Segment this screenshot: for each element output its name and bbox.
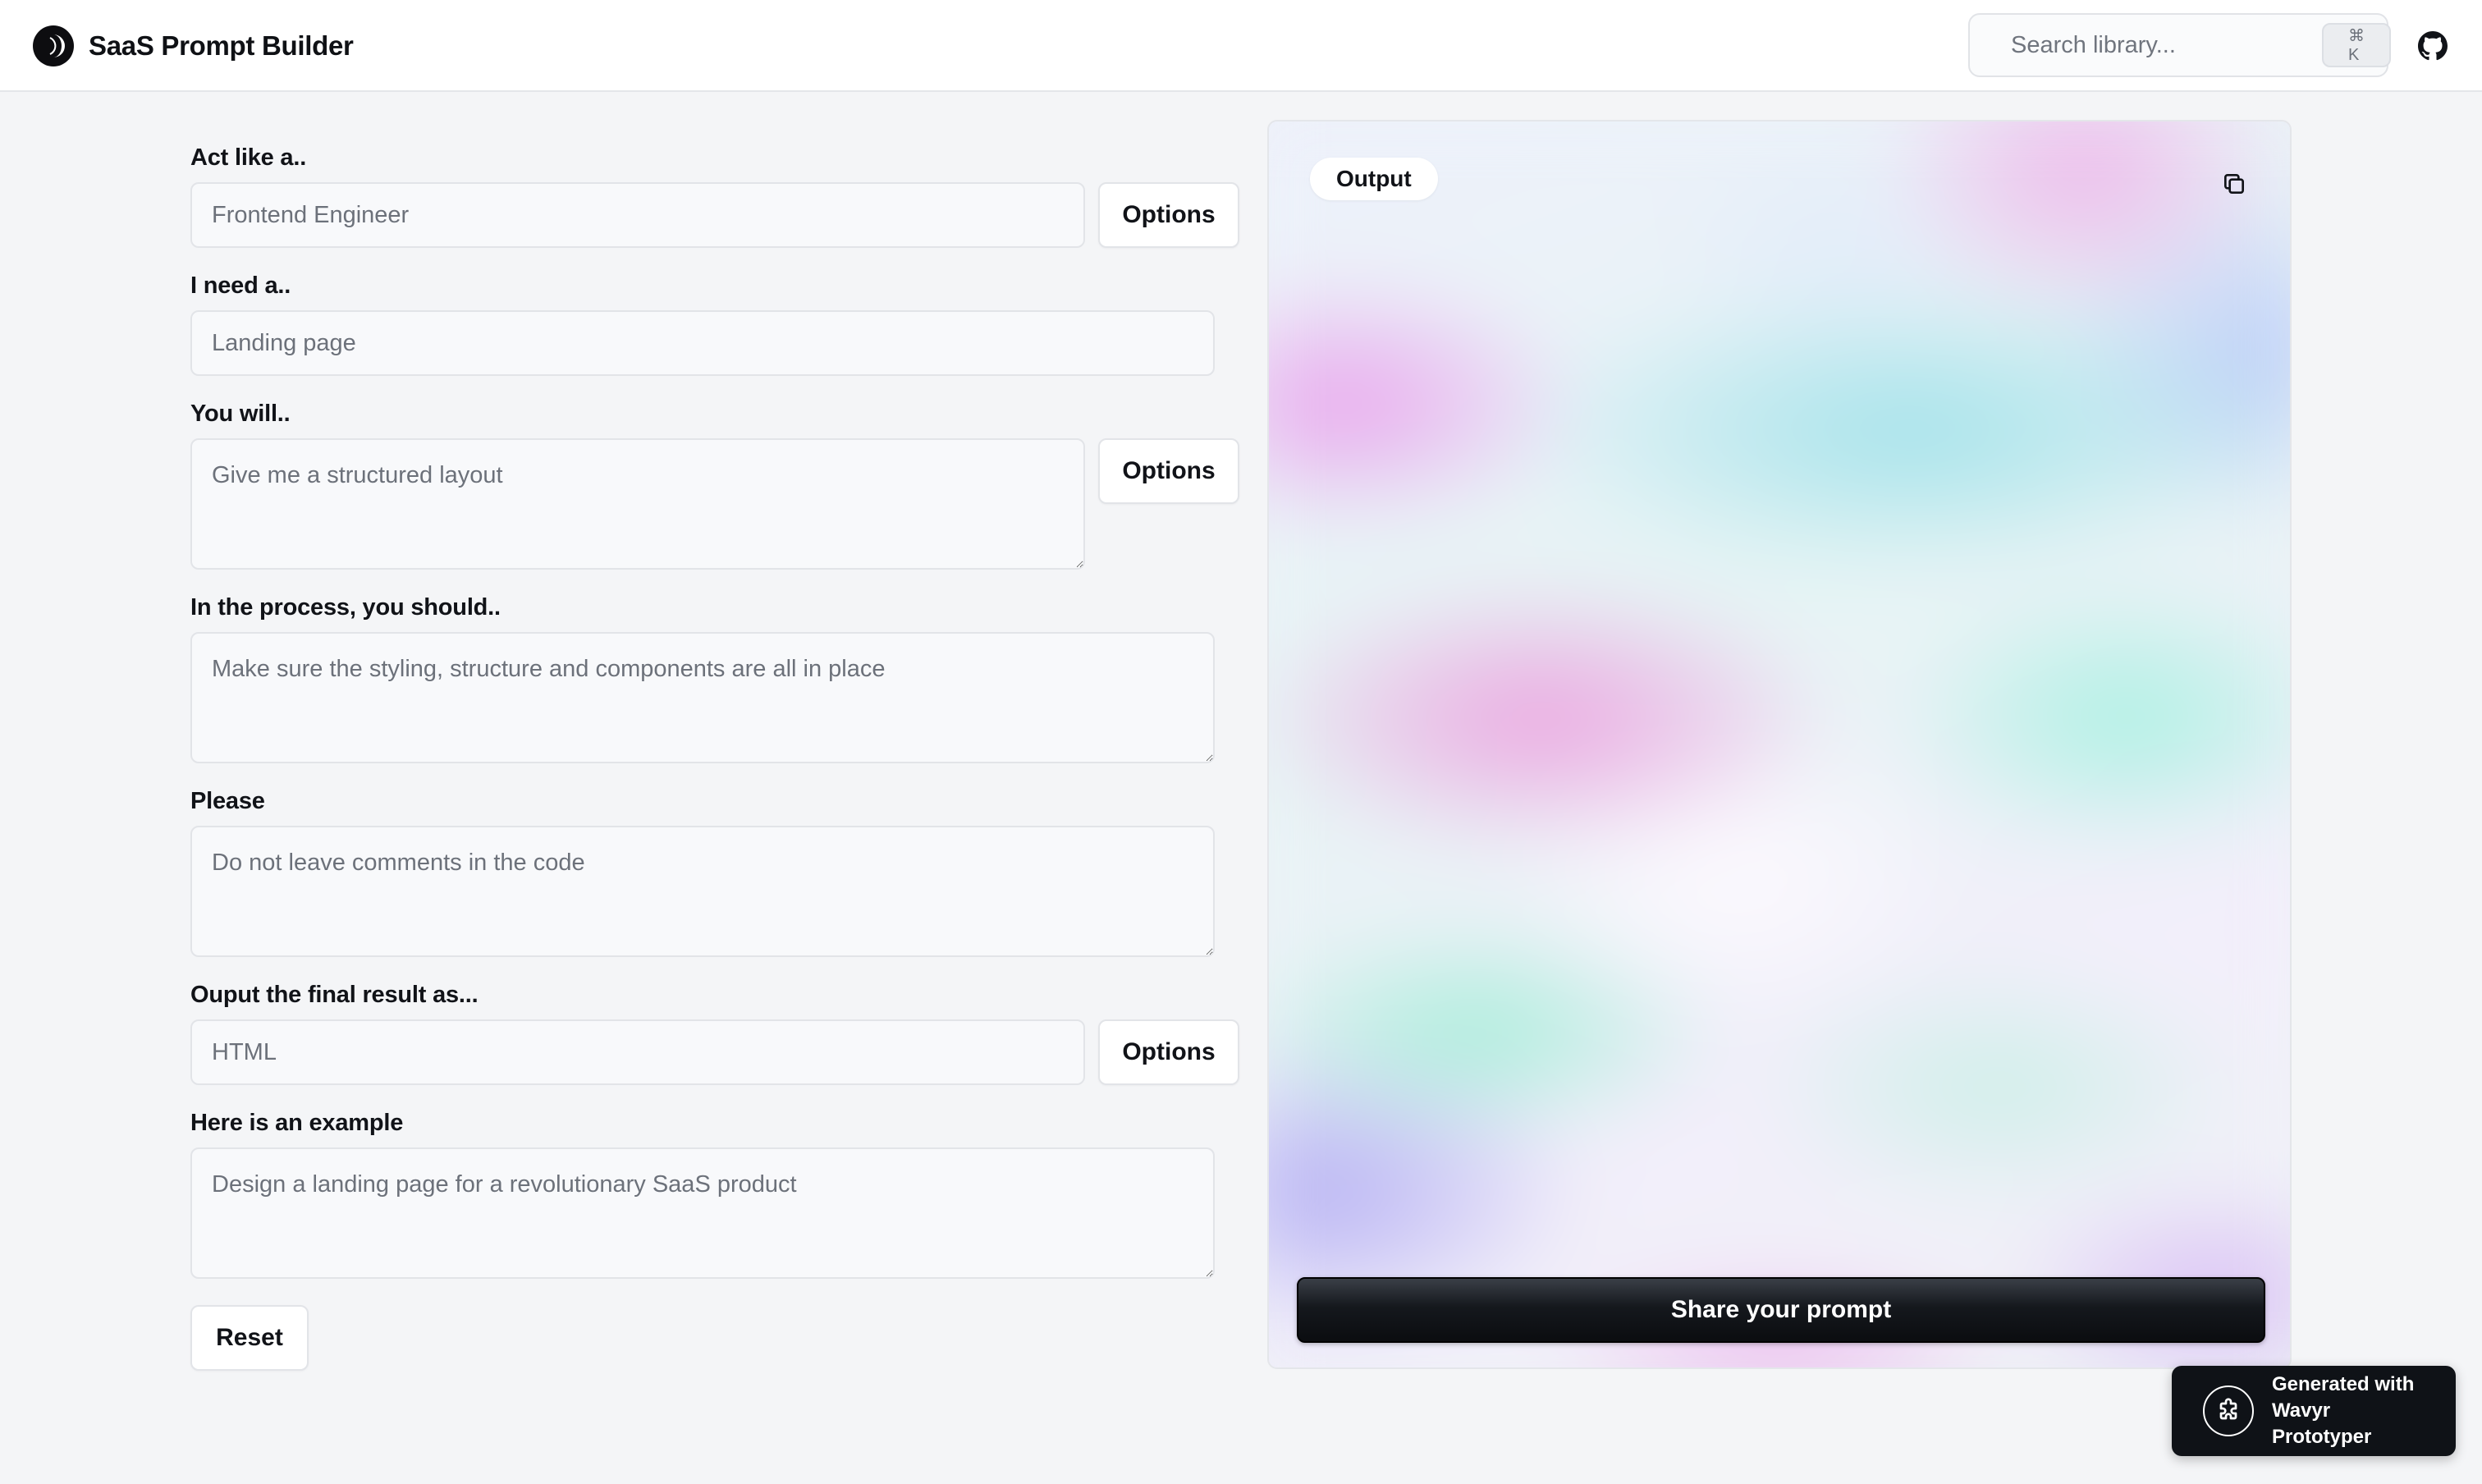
please-label: Please (190, 788, 265, 814)
you-will-label: You will.. (190, 401, 291, 427)
process-label: In the process, you should.. (190, 594, 501, 621)
output-label: Output (1310, 158, 1438, 200)
need-label: I need a.. (190, 273, 291, 299)
output-panel: Output Share your prompt (1267, 120, 2292, 1369)
top-navbar: SaaS Prompt Builder ⌘ K (0, 0, 2482, 92)
puzzle-icon (2203, 1386, 2254, 1436)
act-like-label: Act like a.. (190, 144, 307, 171)
example-label: Here is an example (190, 1110, 404, 1136)
act-like-input[interactable] (190, 182, 1085, 248)
output-format-options-button[interactable]: Options (1098, 1019, 1239, 1085)
you-will-options-button[interactable]: Options (1098, 438, 1239, 504)
please-textarea[interactable] (190, 826, 1215, 957)
act-like-options-button[interactable]: Options (1098, 182, 1239, 248)
output-gradient-background (1269, 121, 2290, 1367)
search-input[interactable] (2009, 30, 2322, 60)
reset-button[interactable]: Reset (190, 1305, 309, 1371)
brand[interactable]: SaaS Prompt Builder (33, 25, 354, 67)
generated-with-badge[interactable]: Generated with Wavyr Prototyper (2172, 1366, 2456, 1456)
badge-line-2: Wavyr Prototyper (2272, 1399, 2372, 1449)
badge-line-1: Generated with (2272, 1372, 2415, 1395)
you-will-textarea[interactable] (190, 438, 1085, 570)
app-title: SaaS Prompt Builder (89, 30, 354, 61)
crescent-moon-logo-icon (33, 25, 74, 66)
output-format-label: Ouput the final result as... (190, 982, 479, 1008)
copy-icon[interactable] (2218, 167, 2251, 200)
output-format-input[interactable] (190, 1019, 1085, 1085)
example-textarea[interactable] (190, 1147, 1215, 1279)
github-icon[interactable] (2418, 31, 2448, 61)
badge-text: Generated with Wavyr Prototyper (2272, 1372, 2431, 1450)
share-prompt-button[interactable]: Share your prompt (1297, 1277, 2265, 1343)
need-input[interactable] (190, 310, 1215, 376)
search-shortcut-badge: ⌘ K (2322, 23, 2391, 67)
search-box[interactable]: ⌘ K (1968, 13, 2391, 77)
process-textarea[interactable] (190, 632, 1215, 763)
